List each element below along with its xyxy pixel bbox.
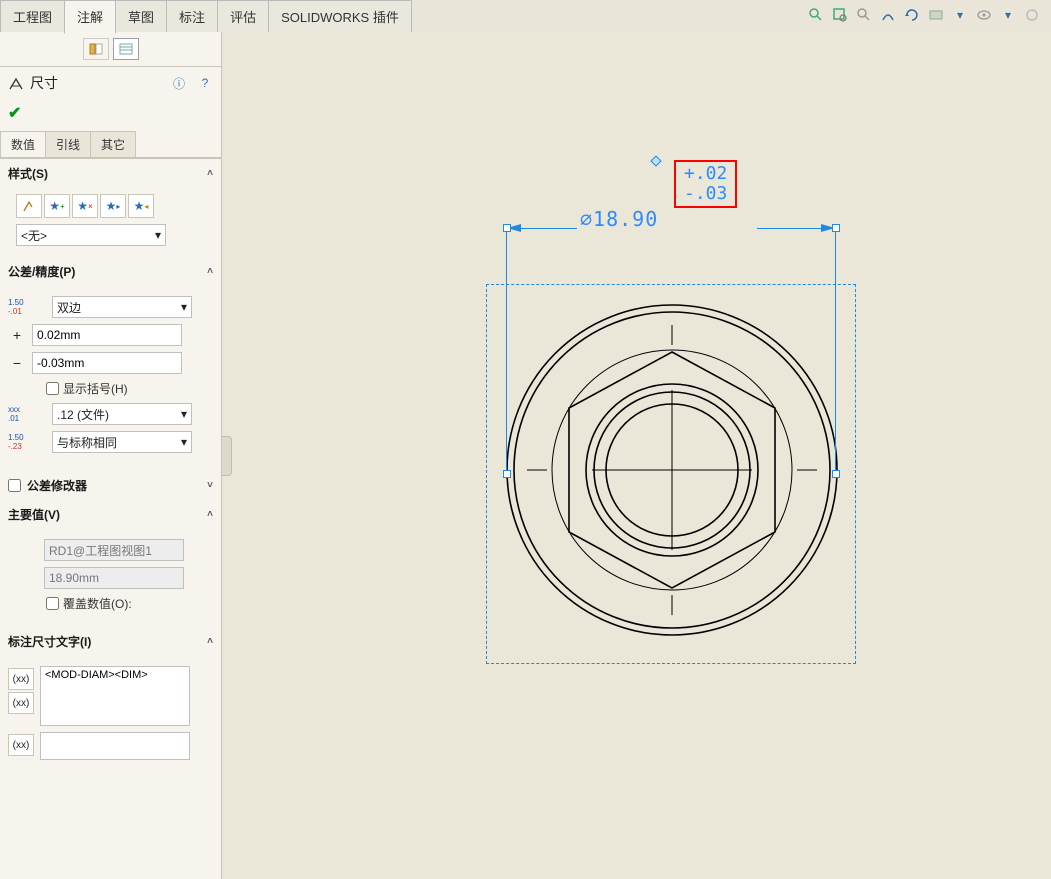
section-tol-modifier-header[interactable]: 公差修改器 ˅	[0, 470, 221, 500]
chevron-down-icon: ▾	[155, 228, 161, 242]
section-dim-text-header[interactable]: 标注尺寸文字(I) ˄	[0, 627, 221, 656]
heads-up-toolbar: ▾ ▾	[807, 0, 1051, 24]
sub-tab-leaders[interactable]: 引线	[45, 131, 91, 157]
override-checkbox[interactable]	[46, 597, 59, 610]
style-combo[interactable]: <无> ▾	[16, 224, 166, 246]
style-apply-button[interactable]	[16, 194, 42, 218]
section-view-icon[interactable]	[879, 6, 897, 24]
unit-precision-combo[interactable]: .12 (文件) ▾	[52, 403, 192, 425]
dim-handle[interactable]	[503, 224, 511, 232]
chevron-up-icon: ˄	[207, 509, 213, 520]
dim-extension-right	[835, 227, 836, 477]
chevron-up-icon: ˄	[207, 266, 213, 277]
tab-engineering-drawing[interactable]: 工程图	[0, 0, 65, 33]
override-label: 覆盖数值(O):	[63, 595, 132, 612]
show-paren-checkbox[interactable]	[46, 382, 59, 395]
rotate-view-icon[interactable]	[903, 6, 921, 24]
dim-extension-left	[506, 227, 507, 477]
tab-dimension[interactable]: 标注	[166, 0, 218, 33]
dim-handle[interactable]	[832, 470, 840, 478]
section-tolerance-header[interactable]: 公差/精度(P) ˄	[0, 257, 221, 286]
hide-show-icon[interactable]	[975, 6, 993, 24]
section-dim-text-label: 标注尺寸文字(I)	[8, 633, 91, 650]
drawing-canvas[interactable]: ⌀18.90 +.02 -.03	[222, 32, 1051, 879]
command-manager-tabs: 工程图 注解 草图 标注 评估 SOLIDWORKS 插件 ▾ ▾	[0, 0, 1051, 32]
chevron-up-icon: ˄	[207, 636, 213, 647]
minus-icon: −	[8, 355, 26, 371]
tol-precision-value: 与标称相同	[57, 434, 117, 451]
style-load-button[interactable]: ★◂	[128, 194, 154, 218]
plus-icon: +	[8, 327, 26, 343]
tab-solidworks-addins[interactable]: SOLIDWORKS 插件	[268, 0, 412, 33]
section-tol-modifier-label: 公差修改器	[27, 477, 87, 494]
tol-prec-icon: 1.50-.23	[8, 434, 38, 451]
tolerance-type-value: 双边	[57, 299, 81, 316]
more-icon[interactable]	[1023, 6, 1041, 24]
property-scroll[interactable]: 样式(S) ˄ ★+ ★× ★▸ ★◂ <无> ▾	[0, 159, 221, 879]
sym-button-2[interactable]: (xx)	[8, 692, 34, 714]
zoom-area-icon[interactable]	[831, 6, 849, 24]
settings-dropdown-icon[interactable]: ▾	[999, 6, 1017, 24]
display-style-icon[interactable]	[927, 6, 945, 24]
sub-tab-value[interactable]: 数值	[0, 131, 46, 157]
part-geometry	[492, 290, 852, 650]
tab-sketch[interactable]: 草图	[115, 0, 167, 33]
show-paren-label: 显示括号(H)	[63, 380, 128, 397]
primary-name-input	[44, 539, 184, 561]
help-icon[interactable]: ?	[197, 75, 213, 91]
tolerance-callout[interactable]: +.02 -.03	[674, 160, 737, 208]
feature-manager-tab[interactable]	[83, 38, 109, 60]
property-manager-tab[interactable]	[113, 38, 139, 60]
property-sub-tabs: 数值 引线 其它	[0, 131, 221, 158]
chevron-down-icon: ˅	[207, 480, 213, 491]
sym-button-3[interactable]: (xx)	[8, 734, 34, 756]
zoom-fit-icon[interactable]	[807, 6, 825, 24]
section-primary-header[interactable]: 主要值(V) ˄	[0, 500, 221, 529]
prev-view-icon[interactable]	[855, 6, 873, 24]
dim-handle[interactable]	[503, 470, 511, 478]
property-manager: 尺寸 ⓘ ? ✔ 数值 引线 其它 样式(S) ˄	[0, 32, 222, 879]
section-style-label: 样式(S)	[8, 165, 48, 182]
style-delete-button[interactable]: ★×	[72, 194, 98, 218]
section-tolerance-label: 公差/精度(P)	[8, 263, 75, 280]
tol-plus-input[interactable]	[32, 324, 182, 346]
dim-text-textarea-2[interactable]	[40, 732, 190, 760]
unit-precision-value: .12 (文件)	[57, 406, 109, 423]
panel-drag-handle[interactable]	[222, 436, 232, 476]
section-primary-label: 主要值(V)	[8, 506, 60, 523]
panel-title: 尺寸	[30, 73, 58, 93]
ok-button[interactable]: ✔	[8, 105, 21, 122]
style-combo-value: <无>	[21, 227, 47, 244]
chevron-down-icon: ▾	[181, 435, 187, 449]
dim-handle[interactable]	[832, 224, 840, 232]
chevron-up-icon: ˄	[207, 168, 213, 179]
tab-annotation[interactable]: 注解	[64, 0, 116, 34]
dimension-icon	[8, 75, 24, 91]
section-style-header[interactable]: 样式(S) ˄	[0, 159, 221, 188]
tab-evaluate[interactable]: 评估	[217, 0, 269, 33]
tolerance-type-combo[interactable]: 双边 ▾	[52, 296, 192, 318]
chevron-down-icon: ▾	[181, 300, 187, 314]
tol-minus-input[interactable]	[32, 352, 182, 374]
tol-precision-combo[interactable]: 与标称相同 ▾	[52, 431, 192, 453]
sym-button-1[interactable]: (xx)	[8, 668, 34, 690]
primary-value-input	[44, 567, 184, 589]
detail-help-icon[interactable]: ⓘ	[171, 75, 187, 91]
style-add-button[interactable]: ★+	[44, 194, 70, 218]
tol-type-icon: 1.50-.01	[8, 299, 38, 316]
unit-prec-icon: xxx.01	[8, 406, 38, 423]
appearance-icon[interactable]: ▾	[951, 6, 969, 24]
dim-handle-origin[interactable]	[650, 155, 661, 166]
sub-tab-other[interactable]: 其它	[90, 131, 136, 157]
tol-modifier-checkbox[interactable]	[8, 479, 21, 492]
dim-text-textarea[interactable]	[40, 666, 190, 726]
style-save-button[interactable]: ★▸	[100, 194, 126, 218]
dim-label[interactable]: ⌀18.90	[580, 207, 658, 231]
chevron-down-icon: ▾	[181, 407, 187, 421]
tol-plus-text: +.02	[684, 164, 727, 184]
tol-minus-text: -.03	[684, 184, 727, 204]
